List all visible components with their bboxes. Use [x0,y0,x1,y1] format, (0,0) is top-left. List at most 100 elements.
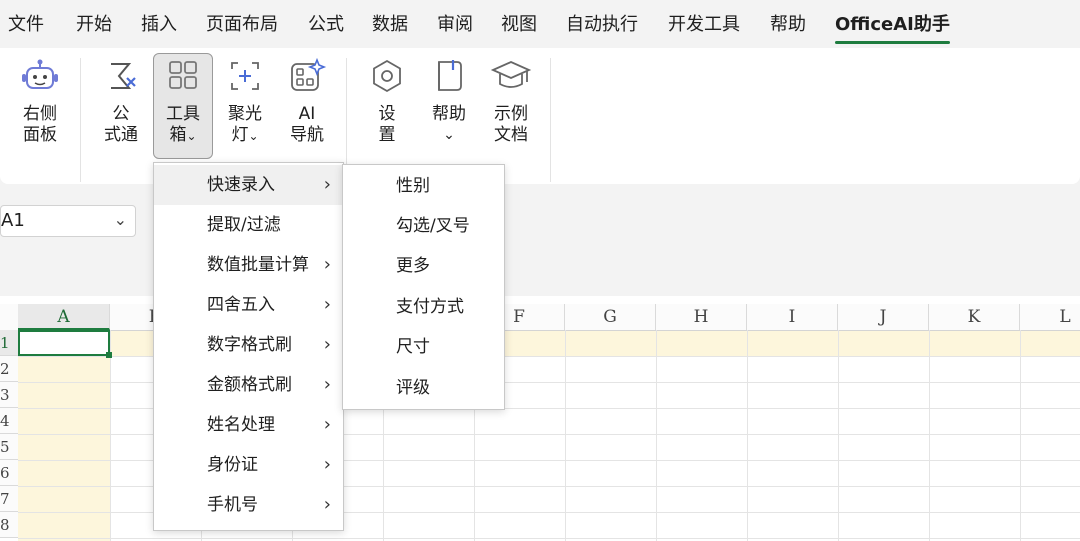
row-header-8[interactable]: 8 [0,512,18,538]
help-button[interactable]: 帮助 ⌄ [424,54,474,146]
menu-formulas[interactable]: 公式 [308,0,344,48]
menu-item-label: 快速录入 [207,175,275,195]
chevron-down-icon: ⌄ [186,129,197,143]
grid-line [110,330,111,541]
menu-item-id-card[interactable]: 身份证 › [154,445,343,485]
sample-docs-label-2: 文档 [494,125,528,145]
chevron-right-icon: › [323,494,331,515]
menu-item-mobile-number[interactable]: 手机号 › [154,485,343,525]
menu-item-label: 姓名处理 [207,415,275,435]
name-box-value: A1 [1,210,25,231]
chevron-right-icon: › [323,294,331,315]
formula-tool-label-2: 式通 [104,125,138,145]
grid-line [929,330,930,541]
menu-developer[interactable]: 开发工具 [668,0,740,48]
menu-item-amount-format-brush[interactable]: 金额格式刷 › [154,365,343,405]
grid-line [656,330,657,541]
submenu-item-label: 性别 [396,176,430,196]
ai-navigation-label-2: 导航 [290,125,324,145]
submenu-item-rating[interactable]: 评级 [343,368,504,408]
column-header-j[interactable]: J [838,304,929,330]
menu-item-label: 数字格式刷 [207,335,292,355]
spotlight-crosshair-icon [231,62,259,90]
grid-line [18,538,1080,539]
column-header-a[interactable]: A [18,304,110,330]
submenu-item-check-cross[interactable]: 勾选/叉号 [343,206,504,246]
right-panel-label-2: 面板 [23,125,57,145]
menu-help[interactable]: 帮助 [770,0,806,48]
menu-item-quick-entry[interactable]: 快速录入 › [154,165,343,205]
column-header-l[interactable]: L [1020,304,1080,330]
menu-automate[interactable]: 自动执行 [566,0,638,48]
column-header-i[interactable]: I [747,304,838,330]
menu-page-layout[interactable]: 页面布局 [206,0,278,48]
menu-data[interactable]: 数据 [372,0,408,48]
chevron-down-icon: ⌄ [248,129,259,143]
submenu-item-gender[interactable]: 性别 [343,166,504,206]
row-header-1[interactable]: 1 [0,330,18,356]
row-header-7[interactable]: 7 [0,486,18,512]
grid-line [747,330,748,541]
column-header-g[interactable]: G [565,304,656,330]
chevron-right-icon: › [323,254,331,275]
help-label-1: 帮助 [432,104,466,124]
submenu-item-label: 尺寸 [396,337,430,357]
hexagon-settings-icon [373,59,401,93]
name-box[interactable]: A1 ⌄ [0,205,136,237]
chevron-right-icon: › [323,174,331,195]
spotlight-button[interactable]: 聚光 灯⌄ [220,54,270,147]
sample-docs-label-1: 示例 [494,104,528,124]
menu-item-number-format-brush[interactable]: 数字格式刷 › [154,325,343,365]
menu-home[interactable]: 开始 [76,0,112,48]
chevron-down-icon[interactable]: ⌄ [114,210,127,229]
menu-item-label: 手机号 [207,495,258,515]
spotlight-label-1: 聚光 [228,104,262,124]
active-cell-a1[interactable] [18,330,112,358]
right-panel-button[interactable]: 右侧 面板 [10,54,70,146]
chevron-right-icon: › [323,414,331,435]
menu-item-batch-calc[interactable]: 数值批量计算 › [154,245,343,285]
menubar: 文件 开始 插入 页面布局 公式 数据 审阅 视图 自动执行 开发工具 帮助 O… [0,0,1080,48]
quick-entry-submenu: 性别 勾选/叉号 更多 支付方式 尺寸 评级 [342,164,505,410]
submenu-item-more[interactable]: 更多 [343,246,504,286]
ribbon-separator [80,58,81,182]
submenu-item-label: 勾选/叉号 [396,216,470,236]
ai-navigation-button[interactable]: AI 导航 [282,54,332,146]
submenu-item-payment-method[interactable]: 支付方式 [343,287,504,327]
settings-label-1: 设 [378,104,396,124]
menu-view[interactable]: 视图 [501,0,537,48]
right-panel-label-1: 右侧 [23,104,57,124]
menu-item-label: 四舍五入 [207,295,275,315]
toolbox-button[interactable]: 工具 箱⌄ [153,53,213,159]
row-header-4[interactable]: 4 [0,408,18,434]
formula-tool-label-1: 公 [112,104,130,124]
toolbox-label-2: 箱⌄ [154,125,212,147]
menu-item-label: 数值批量计算 [207,255,309,275]
submenu-item-size[interactable]: 尺寸 [343,327,504,367]
ribbon-separator [550,58,551,182]
menu-file[interactable]: 文件 [8,0,44,48]
settings-button[interactable]: 设 置 [362,54,412,146]
chevron-down-icon: ⌄ [443,127,455,143]
chevron-right-icon: › [323,334,331,355]
chevron-right-icon: › [323,374,331,395]
toolbox-dropdown-menu: 快速录入 › 提取/过滤 数值批量计算 › 四舍五入 › 数字格式刷 › 金额格… [153,162,344,531]
formula-tool-button[interactable]: 公 式通 [96,54,146,146]
column-header-h[interactable]: H [656,304,747,330]
graduation-cap-icon [490,61,532,88]
menu-insert[interactable]: 插入 [141,0,177,48]
menu-officeai[interactable]: OfficeAI助手 [835,0,950,48]
menu-item-name-processing[interactable]: 姓名处理 › [154,405,343,445]
toolbox-label-1: 工具 [166,104,200,124]
menu-item-rounding[interactable]: 四舍五入 › [154,285,343,325]
submenu-item-label: 评级 [396,378,430,398]
sample-docs-button[interactable]: 示例 文档 [486,54,536,146]
menu-item-extract-filter[interactable]: 提取/过滤 [154,205,343,245]
row-header-3[interactable]: 3 [0,382,18,408]
grid-line [838,330,839,541]
row-header-2[interactable]: 2 [0,356,18,382]
column-header-k[interactable]: K [929,304,1020,330]
row-header-5[interactable]: 5 [0,434,18,460]
menu-review[interactable]: 审阅 [437,0,473,48]
row-header-6[interactable]: 6 [0,460,18,486]
